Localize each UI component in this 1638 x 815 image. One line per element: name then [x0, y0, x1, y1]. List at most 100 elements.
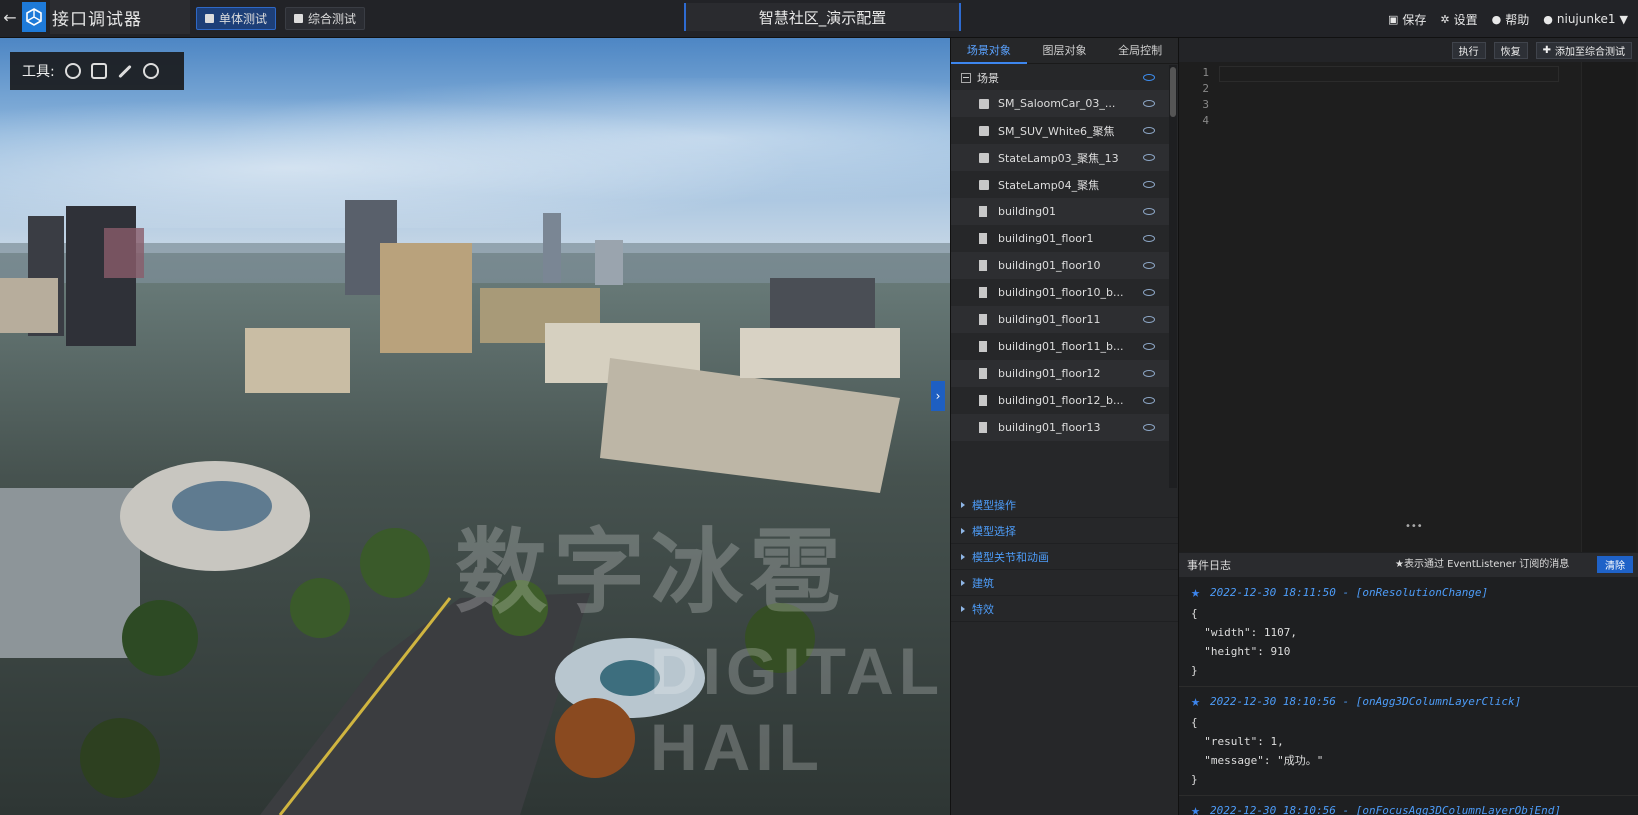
gear-tool-icon[interactable] — [142, 63, 159, 79]
eye-icon[interactable] — [1143, 370, 1155, 377]
api-section[interactable]: 模型关节和动画 — [951, 544, 1179, 570]
tree-item[interactable]: building01_floor10_b... — [951, 279, 1169, 306]
tree-item[interactable]: StateLamp04_聚焦 — [951, 171, 1169, 198]
restore-button[interactable]: 恢复 — [1493, 41, 1528, 59]
save-button[interactable]: ▣ 保存 — [1388, 11, 1426, 28]
tree-item-label: building01_floor11_b... — [998, 340, 1124, 353]
cube-icon — [979, 98, 989, 109]
plus-icon: ✚ — [1542, 44, 1551, 56]
resize-handle[interactable]: ••• — [1405, 521, 1423, 532]
tree-item[interactable]: SM_SUV_White6_聚焦 — [951, 117, 1169, 144]
watermark-en: DIGITAL HAIL — [650, 634, 943, 784]
star-icon: ★ — [1191, 692, 1201, 710]
code-panel: 执行 恢复 ✚ 添加至综合测试 1 2 3 4 ••• 事件日志 ★表示通过 Ev… — [1178, 38, 1638, 815]
tree-item[interactable]: SM_SaloomCar_03_... — [951, 90, 1169, 117]
section-label: 模型操作 — [972, 498, 1016, 512]
event-log-title: 事件日志 — [1187, 559, 1231, 572]
tree-item[interactable]: building01_floor10 — [951, 252, 1169, 279]
tree-item[interactable]: building01_floor12_b... — [951, 387, 1169, 414]
collapse-panel-button[interactable]: › — [931, 381, 945, 411]
log-timestamp: 2022-12-30 18:10:56 - [onFocusAgg3DColum… — [1210, 803, 1562, 815]
eye-icon[interactable] — [1143, 154, 1155, 161]
settings-button[interactable]: ✲ 设置 — [1440, 11, 1477, 28]
eye-icon[interactable] — [1143, 181, 1155, 188]
api-section[interactable]: 模型操作 — [951, 492, 1179, 518]
eye-icon[interactable] — [1143, 235, 1155, 242]
back-arrow-icon[interactable]: ← — [0, 0, 20, 34]
tree-item[interactable]: building01_floor12 — [951, 360, 1169, 387]
log-timestamp: 2022-12-30 18:10:56 - [onAgg3DColumnLaye… — [1210, 694, 1522, 708]
tree-item[interactable]: building01_floor1 — [951, 225, 1169, 252]
tab-scene-objects[interactable]: 场景对象 — [951, 38, 1027, 64]
line-number: 1 — [1202, 66, 1209, 79]
execute-button[interactable]: 执行 — [1451, 41, 1486, 59]
building-icon — [979, 422, 987, 433]
editor-minimap[interactable] — [1581, 62, 1636, 552]
tree-item-label: SM_SaloomCar_03_... — [998, 97, 1116, 110]
tree-item-label: building01_floor11 — [998, 313, 1101, 326]
user-menu[interactable]: ● niujunke1 ▼ — [1543, 12, 1628, 26]
tree-item-label: building01_floor12 — [998, 367, 1101, 380]
expand-arrow-icon — [961, 553, 965, 560]
log-timestamp: 2022-12-30 18:11:50 - [onResolutionChang… — [1210, 585, 1489, 599]
app-title: 接口调试器 — [50, 0, 190, 34]
event-log-list: ★ 2022-12-30 18:11:50 - [onResolutionChan… — [1179, 578, 1638, 815]
event-log-header: 事件日志 ★表示通过 EventListener 订阅的消息 清除 — [1179, 553, 1638, 577]
tree-item-label: building01_floor1 — [998, 232, 1094, 245]
log-entry: ★ 2022-12-30 18:10:56 - [onFocusAgg3DColu… — [1179, 796, 1638, 815]
clear-button[interactable]: 清除 — [1597, 556, 1633, 573]
cube-icon — [979, 179, 989, 190]
tab-global-control[interactable]: 全局控制 — [1102, 38, 1178, 64]
tab-layer-objects[interactable]: 图层对象 — [1027, 38, 1103, 64]
api-section[interactable]: 建筑 — [951, 570, 1179, 596]
tree-scrollbar[interactable] — [1169, 65, 1177, 488]
line-number: 4 — [1202, 114, 1209, 127]
expand-arrow-icon — [961, 501, 965, 508]
eye-icon[interactable] — [1143, 316, 1155, 323]
section-label: 特效 — [972, 602, 994, 616]
collapse-icon[interactable] — [961, 72, 971, 83]
eye-icon[interactable] — [1143, 424, 1155, 431]
eye-icon[interactable] — [1143, 262, 1155, 269]
eye-icon[interactable] — [1143, 100, 1155, 107]
locate-icon[interactable] — [64, 63, 81, 79]
log-entry: ★ 2022-12-30 18:10:56 - [onAgg3DColumnLay… — [1179, 687, 1638, 796]
toolbox: 工具: — [10, 52, 184, 90]
building-icon — [979, 233, 987, 244]
tree-root[interactable]: 场景 — [951, 65, 1169, 90]
help-button[interactable]: ● 帮助 — [1492, 11, 1530, 28]
tree-item-label: building01_floor13 — [998, 421, 1101, 434]
select-box-icon[interactable] — [90, 63, 107, 79]
building-icon — [979, 314, 987, 325]
add-to-integration-button[interactable]: ✚ 添加至综合测试 — [1535, 41, 1632, 59]
tree-item[interactable]: StateLamp03_聚焦_13 — [951, 144, 1169, 171]
api-section[interactable]: 模型选择 — [951, 518, 1179, 544]
pencil-icon[interactable] — [118, 64, 132, 78]
expand-arrow-icon — [961, 605, 965, 612]
log-body: { "result": 1, "message": "成功。" } — [1191, 716, 1324, 786]
expand-arrow-icon — [961, 527, 965, 534]
api-section[interactable]: 特效 — [951, 596, 1179, 622]
section-label: 模型选择 — [972, 524, 1016, 538]
tree-item[interactable]: building01_floor11 — [951, 306, 1169, 333]
eye-icon[interactable] — [1143, 343, 1155, 350]
eye-icon[interactable] — [1143, 127, 1155, 134]
building-icon — [979, 206, 987, 217]
tree-item[interactable]: building01 — [951, 198, 1169, 225]
eye-icon[interactable] — [1143, 74, 1155, 81]
tree-item[interactable]: building01_floor13 — [951, 414, 1169, 441]
eye-icon[interactable] — [1143, 208, 1155, 215]
scrollbar-thumb[interactable] — [1170, 67, 1176, 117]
scene-viewport[interactable]: 工具: 数字冰雹 DIGITAL HAIL › — [0, 38, 950, 815]
eye-icon[interactable] — [1143, 289, 1155, 296]
tree-item[interactable]: building01_floor11_b... — [951, 333, 1169, 360]
tree-item-label: building01 — [998, 205, 1057, 218]
editor-toolbar: 执行 恢复 ✚ 添加至综合测试 — [1179, 38, 1638, 62]
code-editor[interactable]: 1 2 3 4 — [1179, 62, 1638, 552]
tab-unit-test[interactable]: 单体测试 — [196, 7, 277, 30]
tab-integration-test[interactable]: 综合测试 — [285, 7, 366, 30]
log-body: { "width": 1107, "height": 910 } — [1191, 607, 1297, 677]
cube-icon — [205, 14, 214, 23]
caret-down-icon: ▼ — [1619, 12, 1628, 26]
eye-icon[interactable] — [1143, 397, 1155, 404]
